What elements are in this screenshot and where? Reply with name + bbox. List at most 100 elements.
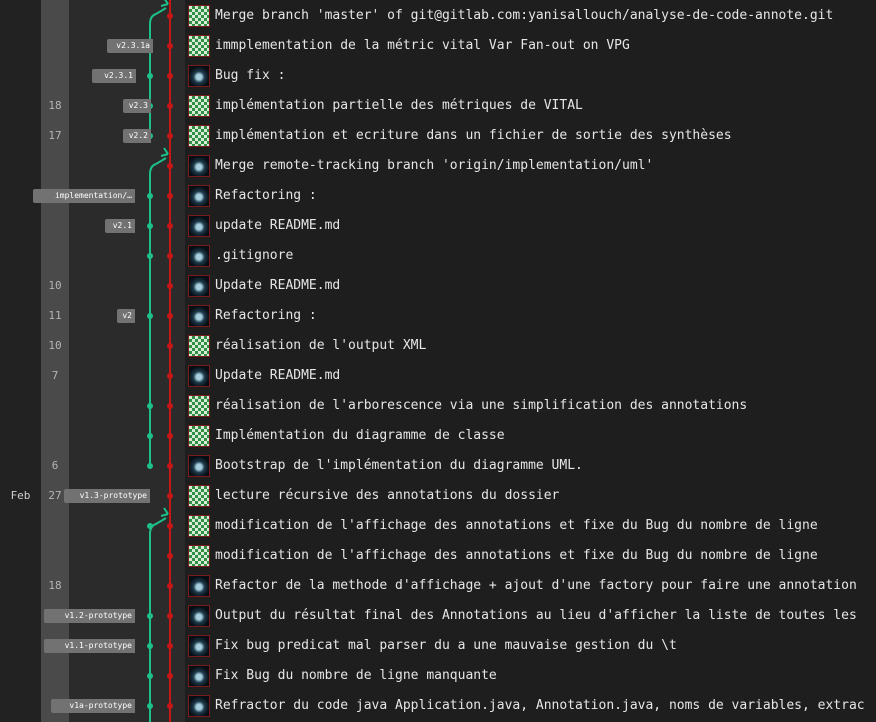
green-identicon-icon xyxy=(188,95,210,117)
commit-row[interactable]: Bug fix : xyxy=(185,61,876,91)
commit-row[interactable]: réalisation de l'arborescence via une si… xyxy=(185,391,876,421)
commit-day: 18 xyxy=(48,579,62,592)
commit-row[interactable]: réalisation de l'output XML xyxy=(185,331,876,361)
commit-row[interactable]: immplementation de la métric vital Var F… xyxy=(185,31,876,61)
commit-row[interactable]: implémentation partielle des métriques d… xyxy=(185,91,876,121)
green-identicon-icon xyxy=(188,125,210,147)
commit-row[interactable]: Refactoring : xyxy=(185,301,876,331)
commit-message: Output du résultat final des Annotations… xyxy=(215,608,857,623)
commit-row[interactable]: update README.md xyxy=(185,211,876,241)
dark-avatar-icon xyxy=(188,65,210,87)
commit-row[interactable]: Implémentation du diagramme de classe xyxy=(185,421,876,451)
tag-label[interactable]: v2.1 xyxy=(105,219,135,233)
commit-message: lecture récursive des annotations du dos… xyxy=(215,488,560,503)
dark-avatar-icon xyxy=(188,605,210,627)
dark-avatar-icon xyxy=(188,245,210,267)
commit-row[interactable]: modification de l'affichage des annotati… xyxy=(185,511,876,541)
dark-avatar-icon xyxy=(188,215,210,237)
commit-day: 7 xyxy=(51,369,59,382)
commit-message: modification de l'affichage des annotati… xyxy=(215,518,818,533)
dark-avatar-icon xyxy=(188,155,210,177)
commit-row[interactable]: Refactoring : xyxy=(185,181,876,211)
month-column xyxy=(0,0,41,722)
commit-day xyxy=(41,511,69,541)
green-identicon-icon xyxy=(188,515,210,537)
commit-row[interactable]: Merge remote-tracking branch 'origin/imp… xyxy=(185,151,876,181)
dark-avatar-icon xyxy=(188,695,210,717)
commit-day xyxy=(41,241,69,271)
commit-message: réalisation de l'arborescence via une si… xyxy=(215,398,748,413)
commit-day: 18 xyxy=(48,99,62,112)
commit-day xyxy=(41,61,69,91)
commit-day xyxy=(41,31,69,61)
green-identicon-icon xyxy=(188,35,210,57)
commit-row[interactable]: Refractor du code java Application.java,… xyxy=(185,691,876,721)
commit-message: Update README.md xyxy=(215,278,341,293)
green-identicon-icon xyxy=(188,425,210,447)
commit-message: Bug fix : xyxy=(215,68,286,83)
commit-row[interactable]: Merge branch 'master' of git@gitlab.com:… xyxy=(185,1,876,31)
tag-label[interactable]: v1.1-prototype xyxy=(44,639,135,653)
tag-label[interactable]: implementation/… xyxy=(33,189,135,203)
tag-label[interactable]: v2.3.1 xyxy=(92,69,136,83)
commit-row[interactable]: .gitignore xyxy=(185,241,876,271)
commit-message: Bootstrap de l'implémentation du diagram… xyxy=(215,458,583,473)
dark-avatar-icon xyxy=(188,185,210,207)
commit-day: 11 xyxy=(48,309,62,322)
commit-row[interactable]: Output du résultat final des Annotations… xyxy=(185,601,876,631)
tag-label[interactable]: v2.2 xyxy=(123,129,151,143)
tag-label[interactable]: v2.3 xyxy=(123,99,151,113)
tag-label[interactable]: v2 xyxy=(117,309,135,323)
tag-label[interactable]: v1a-prototype xyxy=(51,699,135,713)
dark-avatar-icon xyxy=(188,305,210,327)
commit-row[interactable]: Fix Bug du nombre de ligne manquante xyxy=(185,661,876,691)
commit-day: 10 xyxy=(48,279,62,292)
dark-avatar-icon xyxy=(188,575,210,597)
commit-day: 17 xyxy=(48,129,62,142)
commit-day xyxy=(41,391,69,421)
commit-message: Merge remote-tracking branch 'origin/imp… xyxy=(215,158,654,173)
commit-day xyxy=(41,421,69,451)
commit-day xyxy=(41,541,69,571)
commit-message: implémentation partielle des métriques d… xyxy=(215,98,583,113)
dark-avatar-icon xyxy=(188,275,210,297)
commit-message: modification de l'affichage des annotati… xyxy=(215,548,818,563)
commit-row[interactable]: lecture récursive des annotations du dos… xyxy=(185,481,876,511)
green-identicon-icon xyxy=(188,485,210,507)
tag-label[interactable]: v1.2-prototype xyxy=(44,609,135,623)
green-identicon-icon xyxy=(188,5,210,27)
dark-avatar-icon xyxy=(188,635,210,657)
commit-row[interactable]: implémentation et ecriture dans un fichi… xyxy=(185,121,876,151)
commit-message: Implémentation du diagramme de classe xyxy=(215,428,505,443)
commit-day xyxy=(41,151,69,181)
green-identicon-icon xyxy=(188,545,210,567)
commit-message: réalisation de l'output XML xyxy=(215,338,427,353)
green-identicon-icon xyxy=(188,395,210,417)
commit-day xyxy=(41,661,69,691)
tag-label[interactable]: v2.3.1a xyxy=(107,39,153,53)
commit-day xyxy=(41,1,69,31)
commit-message: Update README.md xyxy=(215,368,341,383)
commit-day: 6 xyxy=(51,459,59,472)
commit-message: Fix Bug du nombre de ligne manquante xyxy=(215,668,497,683)
dark-avatar-icon xyxy=(188,455,210,477)
commit-day xyxy=(41,211,69,241)
commit-row[interactable]: Update README.md xyxy=(185,271,876,301)
commit-row[interactable]: Refactor de la methode d'affichage + ajo… xyxy=(185,571,876,601)
commit-message: .gitignore xyxy=(215,248,294,263)
commit-row[interactable]: Fix bug predicat mal parser du a une mau… xyxy=(185,631,876,661)
commit-message: Refactoring : xyxy=(215,188,317,203)
green-identicon-icon xyxy=(188,335,210,357)
dark-avatar-icon xyxy=(188,365,210,387)
commit-message: Refactor de la methode d'affichage + ajo… xyxy=(215,578,857,593)
tag-label[interactable]: v1.3-prototype xyxy=(64,489,150,503)
commit-message: immplementation de la métric vital Var F… xyxy=(215,38,630,53)
commit-row[interactable]: Bootstrap de l'implémentation du diagram… xyxy=(185,451,876,481)
commit-message: Refactoring : xyxy=(215,308,317,323)
commit-row[interactable]: Update README.md xyxy=(185,361,876,391)
month-label: Feb xyxy=(10,489,31,502)
commit-row[interactable]: modification de l'affichage des annotati… xyxy=(185,541,876,571)
commit-message: Fix bug predicat mal parser du a une mau… xyxy=(215,638,677,653)
commit-day: 10 xyxy=(48,339,62,352)
commit-message: implémentation et ecriture dans un fichi… xyxy=(215,128,732,143)
